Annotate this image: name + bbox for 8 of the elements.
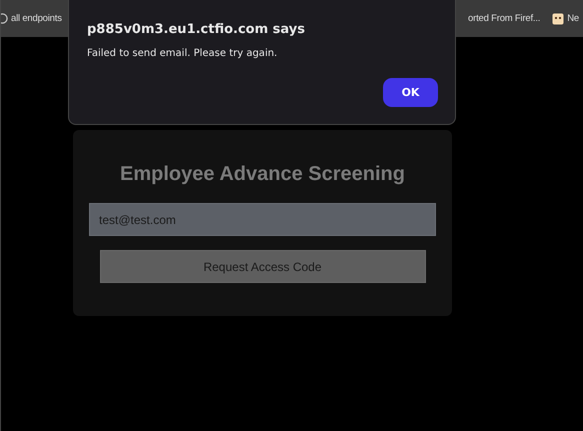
page-title: Employee Advance Screening [120, 163, 405, 186]
face-icon [552, 12, 564, 24]
ok-button[interactable]: OK [383, 78, 438, 107]
bookmark[interactable]: orted From Firef... [468, 13, 544, 24]
dialog-message: Failed to send email. Please try again. [87, 48, 278, 59]
bookmark[interactable]: all endpoints [1, 13, 66, 24]
bookmark[interactable]: Ne [552, 12, 583, 24]
dialog-title: p885v0m3.eu1.ctfio.com says [87, 22, 306, 37]
